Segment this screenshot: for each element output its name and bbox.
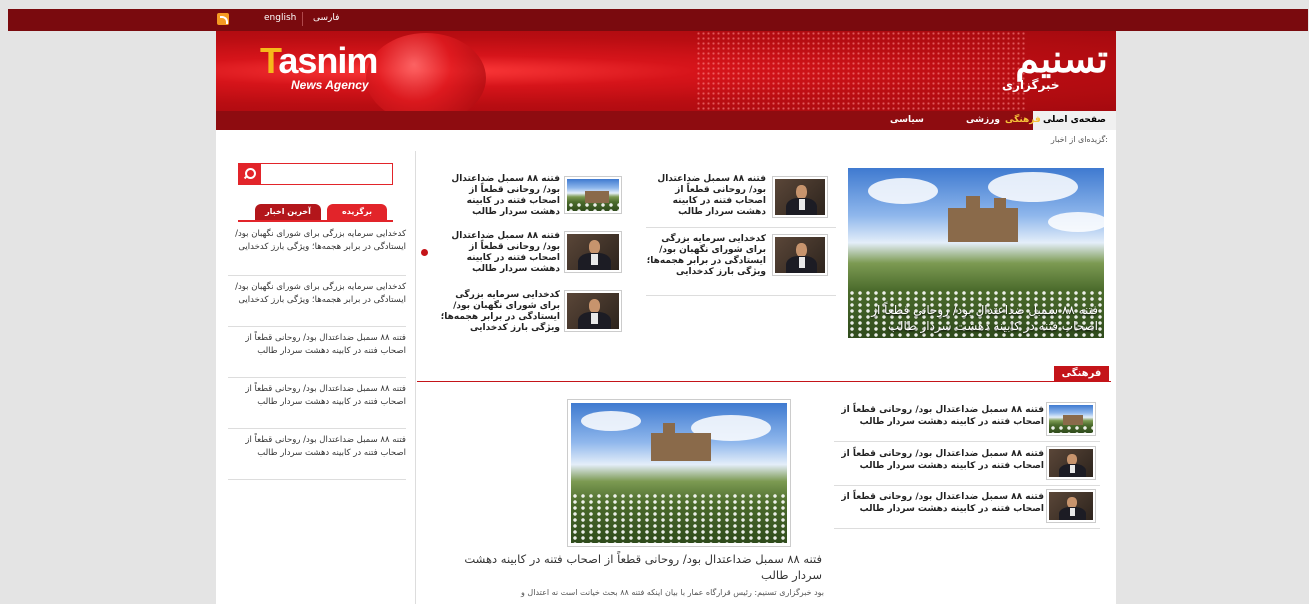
rss-icon[interactable] [217,13,229,25]
sidebar-item[interactable]: فتنه ۸۸ سمبل ضداعتدال بود/ روحانی قطعاً … [228,434,406,460]
sidebar-item[interactable]: کدخدایی سرمایه بزرگی برای شورای نگهبان ب… [228,228,406,254]
divider [228,275,406,276]
divider [646,295,836,296]
section-title-culture[interactable]: فرهنگی [1054,366,1109,382]
logo-subtitle: News Agency [291,78,369,92]
news-title[interactable]: کدخدایی سرمایه بزرگی برای شورای نگهبان ب… [440,290,560,334]
nav-sports[interactable]: ورزشی [966,111,1000,130]
divider [646,227,836,228]
divider [834,485,1100,486]
slider-dot[interactable] [421,249,428,256]
logo-farsi-subtitle: خبرگزاری [1002,78,1060,92]
tab-latest[interactable]: آخرین اخبار [255,204,321,220]
news-thumb[interactable] [564,231,622,273]
news-thumb[interactable] [564,176,622,214]
sidebar-item[interactable]: کدخدایی سرمایه بزرگی برای شورای نگهبان ب… [228,281,406,307]
main-nav: صفحه‌ی اصلی فرهنگی ورزشی سیاسی [216,111,1116,130]
news-title[interactable]: فتنه ۸۸ سمبل ضداعتدال بود/ روحانی قطعاً … [440,174,560,218]
sidebar-item[interactable]: فتنه ۸۸ سمبل ضداعتدال بود/ روحانی قطعاً … [228,383,406,409]
lang-farsi-link[interactable]: فارسی [313,13,339,23]
culture-item[interactable]: فتنه ۸۸ سمبل ضداعتدال بود/ روحانی قطعاً … [834,404,1044,428]
divider [228,479,406,480]
search-icon[interactable] [239,164,261,184]
culture-main-photo[interactable] [567,399,791,547]
site-header: Tasnim News Agency تسنیم خبرگزاری [216,31,1116,111]
featured-story[interactable]: فتنه ۸۸ سمبل ضداعتدال بود/ روحانی قطعاً … [848,168,1104,338]
nav-politics[interactable]: سیاسی [890,111,924,130]
divider [228,377,406,378]
tab-underline [238,220,393,222]
news-title[interactable]: کدخدایی سرمایه بزرگی برای شورای نگهبان ب… [646,234,766,278]
news-thumb[interactable] [1046,446,1096,480]
page-frame: Tasnim News Agency تسنیم خبرگزاری صفحه‌ی… [216,31,1116,604]
top-bar: english فارسی [8,9,1308,31]
culture-item[interactable]: فتنه ۸۸ سمبل ضداعتدال بود/ روحانی قطعاً … [834,448,1044,472]
section-divider [417,381,1111,382]
divider [228,428,406,429]
culture-main-lead: بود خبرگزاری تسنیم: رئیس قرارگاه عمار با… [521,588,824,597]
search-box [238,163,393,185]
nav-home[interactable]: صفحه‌ی اصلی [1032,111,1116,130]
divider [834,528,1100,529]
sidebar-item[interactable]: فتنه ۸۸ سمبل ضداعتدال بود/ روحانی قطعاً … [228,332,406,358]
featured-caption[interactable]: فتنه ۸۸ سمبل ضداعتدال بود/ روحانی قطعاً … [854,302,1098,334]
world-map-graphic [696,31,1026,111]
news-title[interactable]: فتنه ۸۸ سمبل ضداعتدال بود/ روحانی قطعاً … [440,231,560,275]
news-thumb[interactable] [1046,402,1096,436]
globe-graphic [366,33,486,111]
news-thumb[interactable] [1046,489,1096,523]
culture-item[interactable]: فتنه ۸۸ سمبل ضداعتدال بود/ روحانی قطعاً … [834,491,1044,515]
search-input[interactable] [263,166,389,182]
news-title[interactable]: فتنه ۸۸ سمبل ضداعتدال بود/ روحانی قطعاً … [646,174,766,218]
news-thumb[interactable] [564,290,622,332]
logo-farsi[interactable]: تسنیم [988,37,1108,107]
news-thumb[interactable] [772,176,828,218]
picks-label: گزیده‌ای از اخبار: [1050,135,1108,144]
culture-main-title[interactable]: فتنه ۸۸ سمبل ضداعتدال بود/ روحانی قطعاً … [442,551,822,583]
nav-culture[interactable]: فرهنگی [1005,111,1041,130]
lang-divider [302,12,303,26]
news-thumb[interactable] [772,234,828,276]
divider [228,326,406,327]
tab-featured[interactable]: برگزیده [327,204,387,220]
divider [834,441,1100,442]
lang-english-link[interactable]: english [264,13,296,23]
logo-english[interactable]: Tasnim [260,43,378,79]
